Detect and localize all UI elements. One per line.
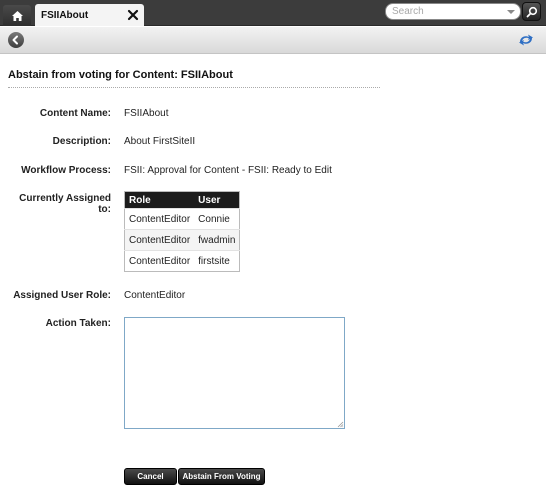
sync-button[interactable]: [516, 31, 536, 49]
workflow-process-label: Workflow Process:: [21, 165, 111, 176]
search-input[interactable]: [392, 5, 504, 18]
user-cell: fwadmin: [194, 229, 240, 251]
table-row: ContentEditor firstsite: [124, 250, 240, 272]
chevron-down-icon[interactable]: [507, 10, 515, 14]
back-arrow-icon: [12, 35, 18, 45]
tab-fsiiabout[interactable]: FSIIAbout: [35, 4, 144, 26]
assigned-users-table: Role User ContentEditor Connie ContentEd…: [124, 191, 241, 272]
tab-label: FSIIAbout: [41, 10, 89, 21]
currently-assigned-label: Currently Assigned to:: [19, 193, 111, 215]
toolbar: [0, 27, 546, 54]
home-button[interactable]: [3, 5, 31, 26]
search-icon: [526, 6, 537, 17]
content-name-value: FSIIAbout: [124, 108, 169, 119]
table-row: ContentEditor Connie: [124, 208, 240, 230]
home-icon: [11, 10, 23, 21]
role-cell: ContentEditor: [124, 250, 195, 272]
column-header-user: User: [194, 191, 240, 209]
page-title: Abstain from voting for Content: FSIIAbo…: [8, 69, 233, 81]
title-divider: [8, 87, 380, 88]
resize-grip-icon[interactable]: [337, 421, 344, 428]
tab-bar: FSIIAbout: [0, 0, 546, 26]
action-taken-textarea[interactable]: [124, 317, 345, 429]
abstain-from-voting-button[interactable]: Abstain From Voting: [178, 468, 265, 485]
assigned-user-role-label: Assigned User Role:: [13, 290, 111, 301]
assigned-user-role-value: ContentEditor: [124, 290, 186, 301]
cancel-button[interactable]: Cancel: [124, 468, 177, 485]
column-header-role: Role: [124, 191, 195, 209]
user-cell: Connie: [194, 208, 240, 230]
role-cell: ContentEditor: [124, 229, 195, 251]
description-label: Description:: [52, 136, 111, 147]
search-button[interactable]: [522, 2, 541, 21]
search-box: [385, 3, 521, 20]
action-taken-label: Action Taken:: [45, 318, 111, 329]
table-header-row: Role User: [124, 191, 240, 209]
role-cell: ContentEditor: [124, 208, 195, 230]
sync-icon: [519, 34, 533, 46]
workflow-process-value: FSII: Approval for Content - FSII: Ready…: [124, 165, 332, 176]
user-cell: firstsite: [194, 250, 240, 272]
description-value: About FirstSiteII: [124, 136, 196, 147]
content-name-label: Content Name:: [39, 108, 111, 119]
back-button[interactable]: [8, 32, 24, 48]
table-row: ContentEditor fwadmin: [124, 229, 240, 251]
close-icon[interactable]: [127, 9, 139, 21]
